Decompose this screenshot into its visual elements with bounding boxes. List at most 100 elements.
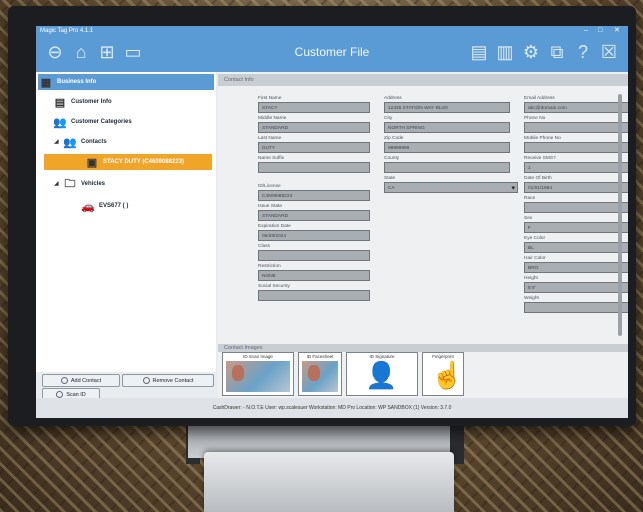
tree-label: Vehicles (81, 181, 106, 187)
tree-item-business-info[interactable]: ▦ Business Info (38, 74, 214, 90)
section-header-contact-info: Contact Info (218, 74, 628, 86)
people-icon: 👥 (53, 116, 67, 129)
image-caption: ID Facesheet (306, 354, 334, 359)
field-label: Restriction (258, 264, 281, 269)
input-field[interactable]: 5'4" (524, 282, 628, 293)
id-card-picture (226, 361, 290, 392)
tree-label: Contacts (81, 139, 107, 145)
car-icon: 🚗 (81, 200, 95, 213)
close-icon[interactable]: ☒ (598, 41, 620, 63)
add-contact-button[interactable]: Add Contact (42, 374, 120, 387)
remove-contact-button[interactable]: Remove Contact (122, 374, 214, 387)
field-label: Last Name (258, 136, 282, 141)
remove-contact-radio (142, 377, 150, 384)
field-label: Social Security (258, 284, 290, 289)
input-field[interactable]: STACY (258, 102, 370, 113)
keyboard-icon[interactable]: ▤ (468, 41, 490, 63)
input-field[interactable] (524, 142, 628, 153)
button-label: Remove Contact (152, 377, 194, 384)
input-field[interactable]: DUTY (258, 142, 370, 153)
input-field[interactable]: 01/01/1984 (524, 182, 628, 193)
input-field[interactable]: NORTH SPRING (384, 122, 510, 133)
tree-item-vehicles[interactable]: 🗀 Vehicles (62, 176, 212, 192)
face-photo (232, 365, 244, 381)
input-field[interactable]: CA (384, 182, 518, 193)
tree-item-customer-categories[interactable]: 👥 Customer Categories (52, 114, 212, 130)
field-label: Zip Code (384, 136, 404, 141)
input-field[interactable]: abc@domain.com (524, 102, 628, 113)
input-field[interactable] (524, 302, 628, 313)
input-field[interactable]: 12345 STATION WAY BLVD (384, 102, 510, 113)
tree-label: STACY DUTY (C4609088223) (103, 159, 185, 165)
settings-icon[interactable]: ⚙ (520, 41, 542, 63)
field-label: Race (524, 196, 536, 201)
field-label: ID/License (258, 184, 281, 189)
input-field[interactable] (384, 162, 510, 173)
input-field[interactable]: BL (524, 242, 628, 253)
input-field[interactable]: NONE (258, 270, 370, 281)
id-scan-image[interactable]: ID Scan Image (222, 352, 294, 396)
tree-item-customer-info[interactable]: ▤ Customer Info (52, 94, 212, 110)
tree-item-contacts[interactable]: 👥 Contacts (62, 134, 212, 150)
id-card-icon: ▣ (86, 156, 98, 169)
image-caption: ID Signature (369, 354, 395, 359)
contact-images-panel: Contact Images ID Scan Image ID Faceshee… (218, 344, 628, 398)
input-field[interactable] (258, 290, 370, 301)
input-field[interactable]: 05/28/2024 (258, 230, 370, 241)
tree-label: Customer Info (71, 99, 112, 105)
add-contact-radio (60, 377, 68, 384)
id-facesheet-image[interactable]: ID Facesheet (298, 352, 342, 396)
scan-id-radio (56, 391, 64, 398)
export-icon[interactable]: ⧉ (546, 41, 568, 63)
collapse-arrow-icon[interactable]: ◢ (54, 138, 59, 145)
input-field[interactable]: STANDARD (258, 210, 370, 221)
input-field[interactable] (524, 202, 628, 213)
id-signature-image[interactable]: ID Signature 👤 (346, 352, 418, 396)
maximize-button[interactable]: □ (598, 26, 602, 36)
input-field[interactable]: F (524, 222, 628, 233)
collapse-arrow-icon[interactable]: ◢ (54, 180, 59, 187)
barcode-icon[interactable]: ▥ (494, 41, 516, 63)
field-label: County (384, 156, 400, 161)
image-caption: Fingerprint (432, 354, 454, 359)
field-label: Address (384, 96, 402, 101)
field-label: Weight (524, 296, 539, 301)
tree-label: Customer Categories (71, 119, 132, 125)
window-close-button[interactable]: ✕ (614, 26, 620, 36)
field-label: First Name (258, 96, 282, 101)
monitor-base (204, 452, 454, 512)
button-label: Scan ID (66, 391, 86, 398)
fingerprint-image[interactable]: Fingerprint ☝ (422, 352, 464, 396)
input-field[interactable]: BRO (524, 262, 628, 273)
field-label: Sex (524, 216, 533, 221)
tree-item-contact-selected[interactable]: ▣ STACY DUTY (C4609088223) (44, 154, 212, 170)
field-label: Name Suffix (258, 156, 285, 161)
minimize-button[interactable]: – (584, 26, 588, 36)
tree-item-vehicle[interactable]: 🚗 EVS677 ( ) (80, 198, 210, 214)
contact-info-panel: Contact Info First Name STACY Middle Name S… (218, 72, 628, 344)
field-label: Class (258, 244, 270, 249)
window-title: Magic Tag Pro 4.1.1 (40, 28, 94, 34)
button-label: Add Contact (70, 377, 102, 384)
vertical-scrollbar[interactable] (618, 94, 622, 336)
title-bar: Magic Tag Pro 4.1.1 – □ ✕ (36, 26, 628, 36)
field-label: Middle Name (258, 116, 287, 121)
tree-label: EVS677 ( ) (99, 203, 129, 209)
signature-person-icon: 👤 (365, 360, 398, 390)
fingerprint-hand-icon: ☝ (431, 360, 464, 390)
image-caption: ID Scan Image (243, 354, 273, 359)
input-field[interactable] (258, 162, 370, 173)
input-field[interactable]: 1 (524, 162, 628, 173)
input-field[interactable] (524, 122, 628, 133)
face-photo (308, 365, 320, 381)
input-field[interactable]: C4609088223 (258, 190, 370, 201)
field-label: Receive SMS? (524, 156, 556, 161)
field-label: Phone No (524, 116, 546, 121)
help-icon[interactable]: ? (572, 41, 594, 63)
input-field[interactable] (258, 250, 370, 261)
app-window: Magic Tag Pro 4.1.1 – □ ✕ ⊖ ⌂ ⊞ ▭ Custom… (36, 26, 628, 418)
input-field[interactable]: STANDARD (258, 122, 370, 133)
customer-info-icon: ▤ (54, 96, 66, 109)
input-field[interactable]: 99999999 (384, 142, 510, 153)
field-label: Expiration Date (258, 224, 291, 229)
